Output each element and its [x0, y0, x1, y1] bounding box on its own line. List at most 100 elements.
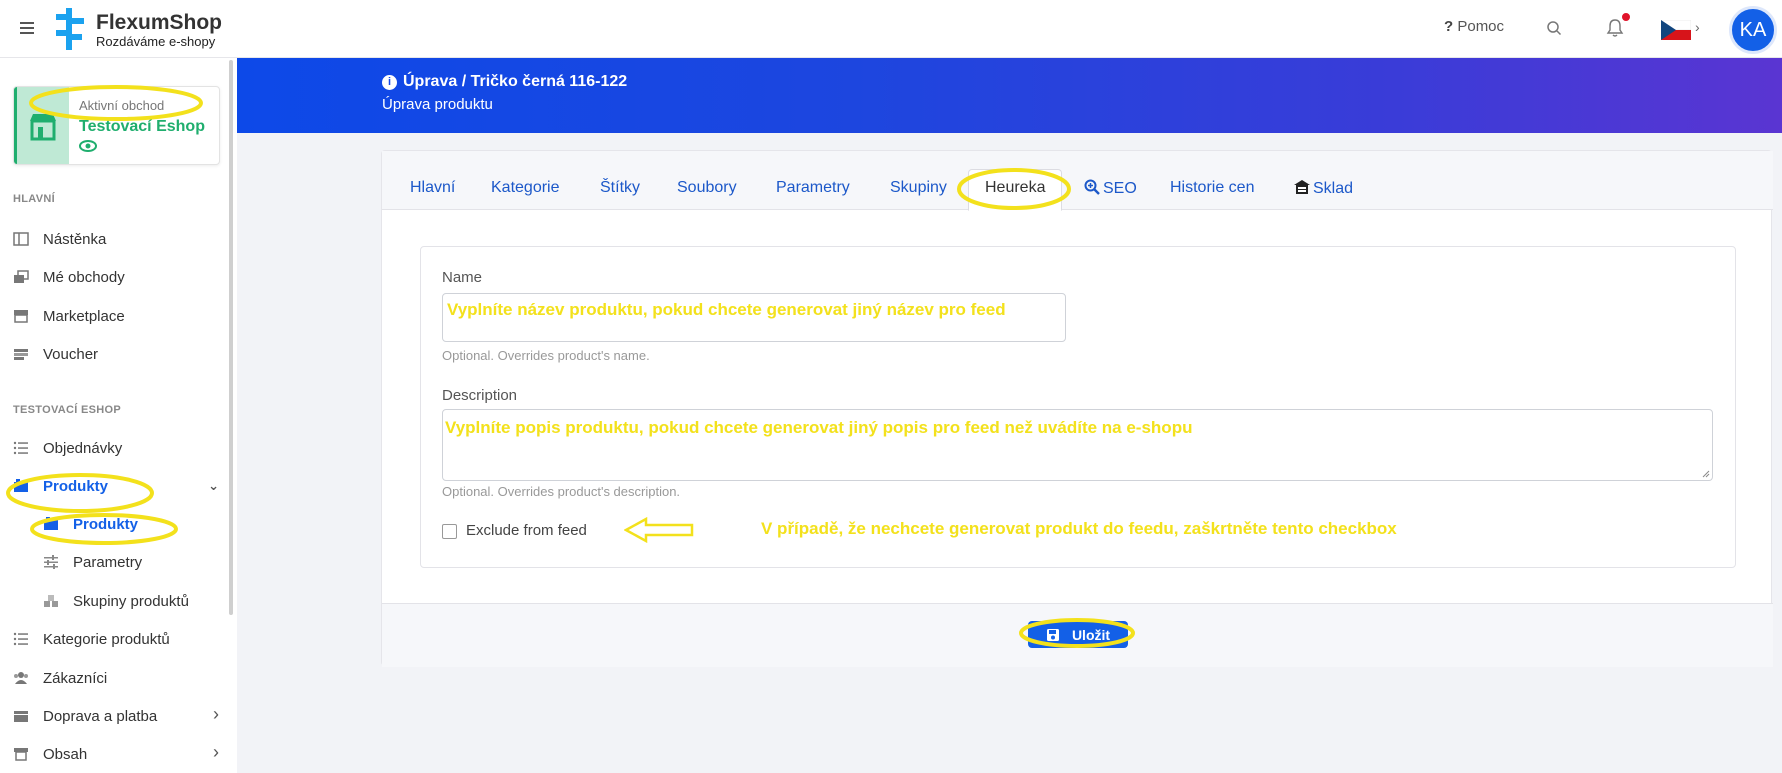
- section-title-shop: TESTOVACÍ ESHOP: [13, 404, 122, 416]
- voucher-icon: [14, 349, 28, 360]
- top-bar: FlexumShop Rozdáváme e-shopy ? Pomoc › K…: [0, 0, 1782, 58]
- chevron-down-icon[interactable]: ⌄: [208, 478, 219, 494]
- content-icon: [14, 748, 28, 761]
- chevron-right-icon[interactable]: ›: [1695, 19, 1700, 35]
- tab-groups[interactable]: Skupiny: [890, 179, 947, 197]
- question-icon: ?: [1444, 18, 1454, 35]
- dashboard-icon: [13, 232, 29, 246]
- page-title-text: Úprava / Tričko černá 116-122: [403, 73, 628, 90]
- sidebar-item-shipping-payment[interactable]: Doprava a platba ›: [13, 703, 223, 729]
- sidebar: Aktivní obchod Testovací Eshop HLAVNÍ Ná…: [0, 58, 237, 773]
- czech-flag-icon[interactable]: [1661, 20, 1691, 40]
- list-icon: [13, 632, 28, 646]
- sidebar-item-marketplace[interactable]: Marketplace: [13, 303, 223, 329]
- sidebar-item-label: Marketplace: [43, 307, 125, 325]
- tab-heureka[interactable]: Heureka: [968, 169, 1063, 211]
- page-header-banner: i Úprava / Tričko černá 116-122 Úprava pr…: [237, 58, 1782, 133]
- name-input-value: Vyplníte název produktu, pokud chcete ge…: [447, 300, 1006, 319]
- description-textarea[interactable]: Vyplníte popis produktu, pokud chcete ge…: [442, 409, 1713, 481]
- sidebar-item-label: Obsah: [43, 745, 88, 763]
- exclude-from-feed-checkbox[interactable]: [442, 524, 457, 539]
- tab-tags[interactable]: Štítky: [600, 179, 640, 197]
- menu-icon[interactable]: [20, 22, 34, 34]
- sidebar-item-dashboard[interactable]: Nástěnka: [13, 226, 223, 252]
- boxes-icon: [44, 595, 58, 607]
- sidebar-item-label: Voucher: [43, 345, 99, 363]
- exclude-annotation-text: V případě, že nechcete generovat produkt…: [761, 519, 1397, 538]
- tab-warehouse-label: Sklad: [1313, 180, 1354, 197]
- sidebar-item-label: Produkty: [73, 515, 139, 533]
- sidebar-item-label: Parametry: [73, 553, 143, 571]
- tab-warehouse[interactable]: Sklad: [1294, 179, 1353, 198]
- products-icon: [44, 517, 58, 530]
- products-icon: [14, 479, 28, 492]
- active-shop-card[interactable]: Aktivní obchod Testovací Eshop: [13, 86, 220, 165]
- product-edit-card: Hlavní Kategorie Štítky Soubory Parametr…: [381, 150, 1773, 667]
- sidebar-item-my-shops[interactable]: Mé obchody: [13, 264, 223, 290]
- sidebar-item-label: Produkty: [43, 477, 109, 495]
- page-subtitle: Úprava produktu: [382, 96, 493, 113]
- brand-name[interactable]: FlexumShop: [96, 11, 222, 35]
- floppy-disk-icon: [1046, 628, 1059, 641]
- section-title-main: HLAVNÍ: [13, 193, 55, 205]
- sidebar-item-label: Nástěnka: [43, 230, 107, 248]
- sidebar-item-orders[interactable]: Objednávky: [13, 435, 223, 461]
- resize-handle-icon[interactable]: [1702, 470, 1710, 478]
- sidebar-scrollbar[interactable]: [229, 60, 233, 615]
- chevron-right-icon[interactable]: ›: [213, 704, 219, 725]
- tab-bar: Hlavní Kategorie Štítky Soubory Parametr…: [382, 151, 1773, 211]
- sidebar-subitem-products[interactable]: Produkty: [43, 511, 253, 537]
- marketplace-icon: [14, 310, 28, 323]
- save-button[interactable]: Uložit: [1028, 621, 1128, 648]
- flexumshop-logo-icon[interactable]: [56, 8, 86, 50]
- name-hint: Optional. Overrides product's name.: [442, 348, 650, 363]
- chevron-right-icon[interactable]: ›: [213, 742, 219, 763]
- heureka-form: Name Vyplníte název produktu, pokud chce…: [420, 246, 1736, 568]
- sidebar-item-voucher[interactable]: Voucher: [13, 341, 223, 367]
- description-textarea-value: Vyplníte popis produktu, pokud chcete ge…: [445, 418, 1193, 437]
- sliders-icon: [44, 555, 58, 569]
- description-label: Description: [442, 387, 518, 404]
- save-button-label: Uložit: [1071, 626, 1111, 643]
- tab-parameters[interactable]: Parametry: [776, 179, 850, 197]
- search-icon[interactable]: [1546, 20, 1562, 36]
- sidebar-item-label: Kategorie produktů: [43, 630, 170, 648]
- help-label: Pomoc: [1457, 18, 1505, 35]
- tab-seo[interactable]: SEO: [1084, 179, 1137, 198]
- avatar[interactable]: KA: [1729, 6, 1777, 54]
- info-icon: i: [382, 75, 397, 90]
- sidebar-item-customers[interactable]: Zákazníci: [13, 665, 223, 691]
- eye-icon[interactable]: [79, 139, 97, 152]
- tab-files[interactable]: Soubory: [677, 179, 737, 197]
- sidebar-subitem-product-groups[interactable]: Skupiny produktů: [43, 588, 253, 614]
- name-label: Name: [442, 269, 483, 286]
- search-plus-icon: [1084, 179, 1100, 195]
- sidebar-item-label: Doprava a platba: [43, 707, 158, 725]
- sidebar-subitem-parameters[interactable]: Parametry: [43, 549, 253, 575]
- exclude-from-feed-label[interactable]: Exclude from feed: [466, 522, 587, 539]
- help-link[interactable]: ? Pomoc: [1444, 18, 1504, 35]
- name-input[interactable]: Vyplníte název produktu, pokud chcete ge…: [442, 293, 1066, 342]
- bell-icon[interactable]: [1606, 18, 1624, 38]
- sidebar-item-label: Mé obchody: [43, 268, 125, 286]
- active-shop-name-text: Testovací Eshop: [79, 118, 205, 135]
- tab-categories[interactable]: Kategorie: [491, 179, 560, 197]
- sidebar-item-label: Zákazníci: [43, 669, 108, 687]
- arrow-left-annotation-icon: [624, 517, 694, 543]
- warehouse-icon: [1294, 180, 1310, 194]
- brand-tagline: Rozdáváme e-shopy: [96, 34, 216, 49]
- sidebar-item-product-categories[interactable]: Kategorie produktů: [13, 626, 223, 652]
- tab-price-history[interactable]: Historie cen: [1170, 179, 1254, 197]
- sidebar-item-label: Skupiny produktů: [73, 592, 189, 610]
- tab-seo-label: SEO: [1103, 180, 1137, 197]
- active-shop-name[interactable]: Testovací Eshop: [79, 117, 219, 155]
- store-icon: [30, 114, 56, 141]
- card-footer: Uložit: [382, 603, 1773, 667]
- sidebar-item-content[interactable]: Obsah ›: [13, 741, 223, 767]
- box-icon: [14, 711, 28, 722]
- sidebar-item-products[interactable]: Produkty ⌄: [13, 473, 223, 499]
- users-icon: [14, 672, 28, 684]
- active-shop-label: Aktivní obchod: [79, 98, 165, 113]
- list-icon: [13, 441, 28, 455]
- tab-main[interactable]: Hlavní: [410, 179, 455, 197]
